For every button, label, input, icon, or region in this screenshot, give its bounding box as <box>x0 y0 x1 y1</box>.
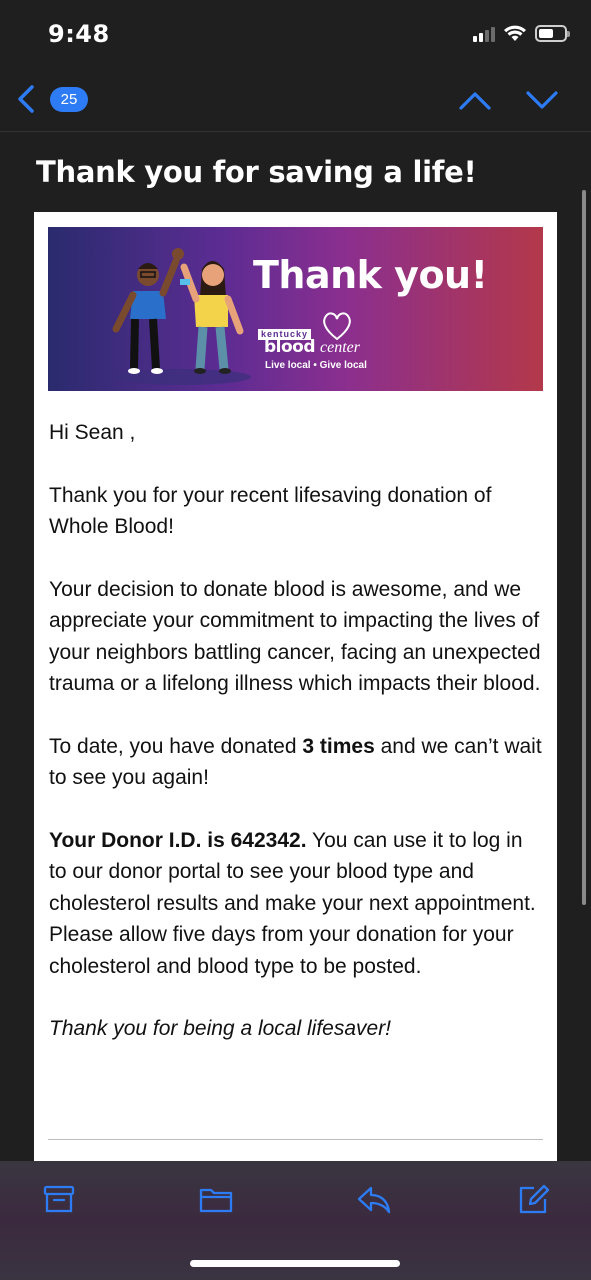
wifi-icon <box>504 25 526 41</box>
scrollbar[interactable] <box>582 190 586 905</box>
banner-title: Thank you! <box>253 253 488 297</box>
reply-icon[interactable] <box>357 1183 391 1215</box>
email-body: Thank you! kentucky blood center Live lo… <box>34 212 557 1172</box>
unread-count-badge[interactable]: 25 <box>50 87 88 112</box>
previous-message-button[interactable] <box>457 88 493 112</box>
email-subject: Thank you for saving a life! <box>36 155 477 189</box>
logo-blood: blood <box>264 337 316 357</box>
archive-icon[interactable] <box>42 1183 76 1215</box>
paragraph-donor-id: Your Donor I.D. is 642342. You can use i… <box>49 825 544 983</box>
heart-logo-icon <box>323 312 351 341</box>
logo-center: center <box>320 339 360 356</box>
closing-line: Thank you for being a local lifesaver! <box>49 1017 392 1040</box>
battery-icon <box>535 24 570 42</box>
status-time: 9:48 <box>48 20 110 48</box>
folder-icon[interactable] <box>199 1183 233 1215</box>
kentucky-blood-center-logo: kentucky blood center <box>258 312 378 361</box>
logo-tagline: Live local • Give local <box>265 360 367 371</box>
email-text: Hi Sean , Thank you for your recent life… <box>49 417 544 1076</box>
back-button[interactable] <box>14 84 40 114</box>
status-icons <box>473 24 570 42</box>
paragraph-donation: Thank you for your recent lifesaving don… <box>49 483 492 539</box>
paragraph-donation-count: To date, you have donated 3 times and we… <box>49 731 544 794</box>
donor-id: Your Donor I.D. is 642342. <box>49 828 307 852</box>
greeting: Hi Sean , <box>49 421 136 444</box>
paragraph-decision: Your decision to donate blood is awesome… <box>49 577 541 696</box>
cellular-signal-icon <box>473 25 495 42</box>
thank-you-banner: Thank you! kentucky blood center Live lo… <box>48 227 543 391</box>
status-bar: 9:48 <box>0 0 591 66</box>
home-indicator[interactable] <box>190 1260 400 1267</box>
donation-count-prefix: To date, you have donated <box>49 734 303 758</box>
donation-count: 3 times <box>302 734 375 758</box>
divider <box>48 1139 543 1140</box>
people-illustration <box>112 248 251 385</box>
next-message-button[interactable] <box>524 88 560 112</box>
nav-bar: 25 <box>0 66 591 132</box>
compose-icon[interactable] <box>516 1183 550 1215</box>
